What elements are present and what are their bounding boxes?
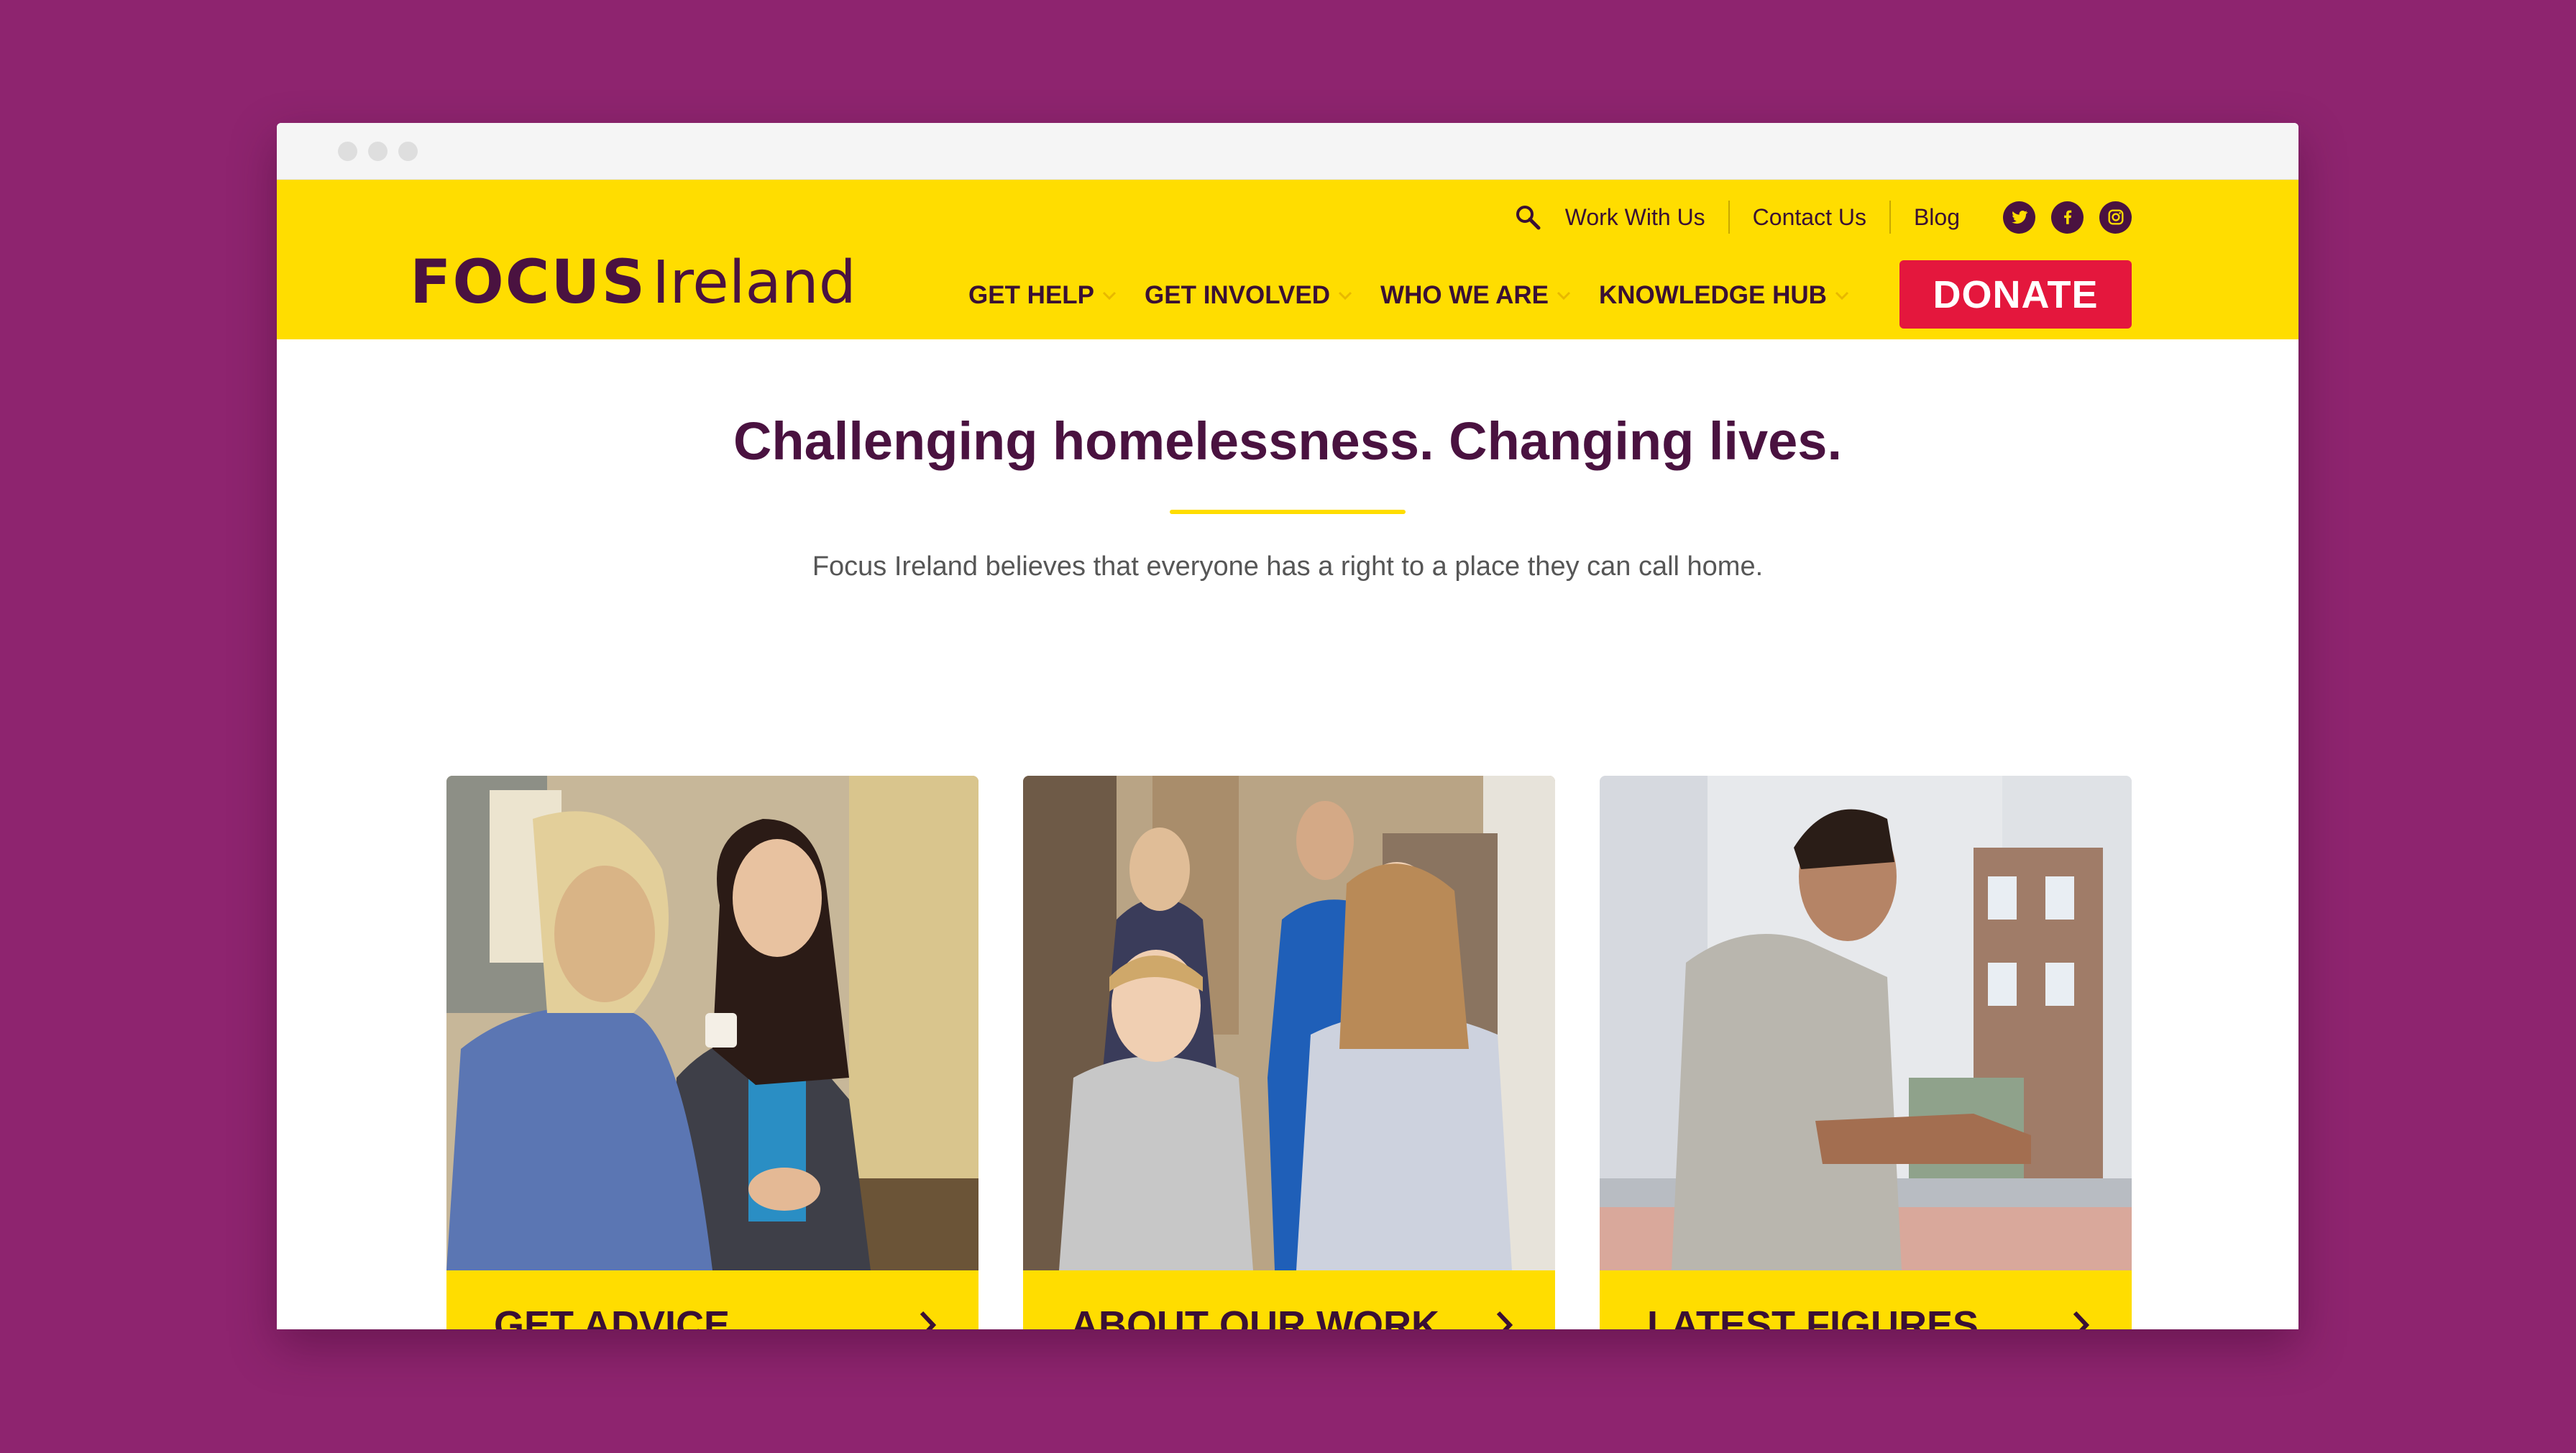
card-about-our-work[interactable]: ABOUT OUR WORK — [1023, 776, 1555, 1329]
card-bar: GET ADVICE — [446, 1270, 978, 1329]
main-nav: GET HELP GET INVOLVED WHO WE ARE KNOWLED… — [968, 281, 1877, 310]
browser-window: Work With Us Contact Us Blog FOCUS Irela… — [277, 123, 2298, 1329]
chevron-down-icon — [1337, 290, 1353, 301]
card-label: LATEST FIGURES — [1647, 1303, 1979, 1330]
chevron-right-icon — [917, 1308, 938, 1329]
search-icon[interactable] — [1512, 201, 1544, 233]
nav-get-help[interactable]: GET HELP — [968, 281, 1117, 310]
instagram-icon[interactable] — [2099, 201, 2132, 234]
browser-chrome — [277, 123, 2298, 180]
twitter-icon[interactable] — [2003, 201, 2035, 234]
nav-who-we-are[interactable]: WHO WE ARE — [1380, 281, 1572, 310]
chevron-right-icon — [1493, 1308, 1515, 1329]
feature-cards: GET ADVICE ABOUT OUR WORK LATEST FIGURES — [446, 776, 2132, 1329]
blog-link[interactable]: Blog — [1889, 201, 1983, 234]
window-dot[interactable] — [398, 141, 418, 161]
title-divider — [1170, 509, 1406, 514]
logo-focus-text: FOCUS — [410, 247, 647, 317]
card-label: GET ADVICE — [494, 1303, 730, 1330]
nav-label: GET HELP — [968, 281, 1095, 309]
window-dot[interactable] — [338, 141, 357, 161]
donate-button[interactable]: DONATE — [1899, 260, 2132, 329]
card-get-advice[interactable]: GET ADVICE — [446, 776, 978, 1329]
contact-us-link[interactable]: Contact Us — [1728, 201, 1889, 234]
chevron-right-icon — [2070, 1308, 2091, 1329]
window-dot[interactable] — [368, 141, 388, 161]
chevron-down-icon — [1101, 290, 1117, 301]
chevron-down-icon — [1834, 290, 1850, 301]
main-content: Challenging homelessness. Changing lives… — [277, 339, 2298, 1329]
nav-label: KNOWLEDGE HUB — [1599, 281, 1827, 309]
utility-bar: Work With Us Contact Us Blog — [1512, 198, 2132, 236]
social-links — [2003, 201, 2132, 234]
card-photo-advice — [446, 776, 978, 1270]
page-title: Challenging homelessness. Changing lives… — [733, 411, 1843, 471]
card-bar: LATEST FIGURES — [1600, 1270, 2132, 1329]
logo-ireland-text: Ireland — [652, 249, 856, 317]
facebook-icon[interactable] — [2051, 201, 2084, 234]
work-with-us-link[interactable]: Work With Us — [1565, 201, 1728, 234]
card-photo-window — [1600, 776, 2132, 1270]
card-bar: ABOUT OUR WORK — [1023, 1270, 1555, 1329]
nav-get-involved[interactable]: GET INVOLVED — [1145, 281, 1353, 310]
nav-label: WHO WE ARE — [1380, 281, 1549, 309]
focus-ireland-logo[interactable]: FOCUS Ireland — [410, 252, 856, 313]
card-label: ABOUT OUR WORK — [1071, 1303, 1439, 1330]
site-header: Work With Us Contact Us Blog FOCUS Irela… — [277, 180, 2298, 339]
card-photo-family — [1023, 776, 1555, 1270]
chevron-down-icon — [1556, 290, 1572, 301]
card-latest-figures[interactable]: LATEST FIGURES — [1600, 776, 2132, 1329]
nav-knowledge-hub[interactable]: KNOWLEDGE HUB — [1599, 281, 1850, 310]
nav-label: GET INVOLVED — [1145, 281, 1331, 309]
page-subtitle: Focus Ireland believes that everyone has… — [812, 551, 1764, 582]
